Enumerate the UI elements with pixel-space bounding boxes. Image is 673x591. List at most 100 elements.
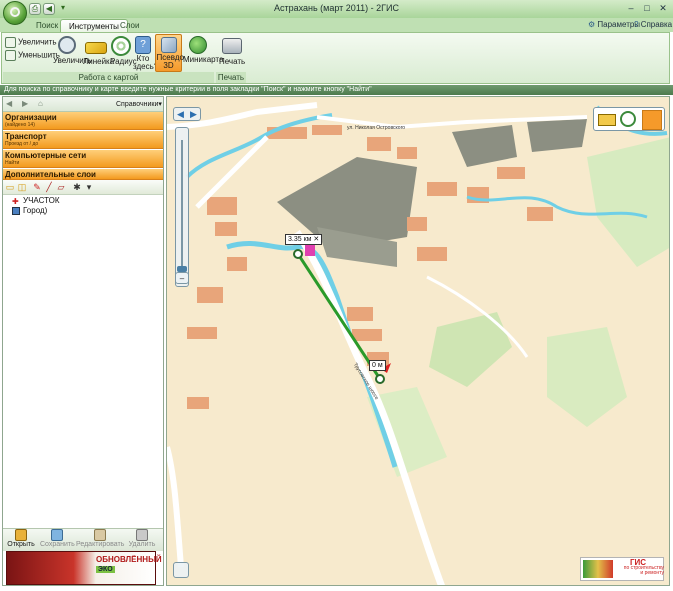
- edit-button[interactable]: Редактировать: [76, 529, 124, 548]
- layer-label: Город): [23, 206, 48, 215]
- close-button[interactable]: ✕: [656, 2, 670, 14]
- distance-label-end: 0 м: [369, 360, 386, 371]
- hint-text: Для поиска по справочнику и карте введит…: [4, 86, 372, 93]
- edit-icon: [94, 529, 106, 541]
- folder-open-icon: [15, 529, 27, 541]
- compass-icon[interactable]: [173, 562, 189, 578]
- app-menu-orb-icon[interactable]: [3, 1, 27, 25]
- pseudo-3d-button-label: Псевдо 3D: [156, 53, 184, 70]
- color-picker-icon[interactable]: ✱: [72, 182, 82, 192]
- layer-item-plot[interactable]: ✚ УЧАСТОК: [12, 196, 60, 206]
- zoom-in-icon: [5, 37, 16, 48]
- layer-label: УЧАСТОК: [23, 196, 60, 205]
- distance-label-start: 3.35 км ✕: [285, 234, 323, 245]
- zoom-button[interactable]: Увеличить: [53, 36, 92, 65]
- ad-headline: ОБНОВЛЁННЫЙ: [96, 555, 162, 564]
- help-link[interactable]: ? Справка: [634, 20, 672, 29]
- category-computer-networks[interactable]: Компьютерные сети Найти: [3, 150, 163, 168]
- category-title: Транспорт: [5, 132, 47, 141]
- open-button[interactable]: Открыть: [6, 529, 36, 548]
- nav-home-icon[interactable]: ⌂: [38, 99, 43, 108]
- pan-left-icon[interactable]: ◀: [177, 109, 184, 120]
- radius-button-label: Радиус: [110, 57, 137, 66]
- distance-value: 0 м: [372, 362, 383, 369]
- close-icon[interactable]: ✕: [313, 236, 319, 243]
- delete-label: Удалить: [128, 541, 156, 548]
- ruler-button-label: Линейка: [83, 57, 115, 66]
- distance-value: 3.35 км: [288, 236, 312, 243]
- category-organizations[interactable]: Организации (найдено 14): [3, 112, 163, 130]
- green-area: [547, 327, 627, 427]
- zoom-button-label: Увеличить: [53, 56, 92, 65]
- minimap-button[interactable]: Миникарта: [183, 36, 223, 64]
- pseudo-3d-icon[interactable]: [642, 110, 662, 130]
- category-additional-layers[interactable]: Дополнительные слои: [3, 169, 163, 180]
- ad-brand: ЭКО: [96, 566, 115, 573]
- chevron-down-icon[interactable]: ▾: [84, 182, 94, 192]
- map-canvas: [167, 102, 669, 585]
- green-area: [587, 137, 669, 267]
- group-label-map: Работа с картой: [3, 72, 214, 83]
- pseudo-3d-button[interactable]: Псевдо 3D: [155, 34, 184, 72]
- help-icon: ?: [634, 20, 639, 29]
- green-area: [429, 312, 512, 387]
- layer-file-icon: [12, 206, 20, 215]
- directories-dropdown[interactable]: Справочники▾: [116, 100, 162, 108]
- polygon-icon[interactable]: ▱: [56, 182, 66, 192]
- poi-marker-icon[interactable]: [305, 244, 315, 256]
- open-label: Открыть: [7, 541, 35, 548]
- ruler-button[interactable]: Линейка: [83, 36, 115, 66]
- print-button-label: Печать: [219, 57, 246, 66]
- category-subtitle: Найти: [5, 160, 20, 166]
- pin-icon[interactable]: ✎: [32, 182, 42, 192]
- minimap-icon: [189, 36, 207, 54]
- measure-end-point-icon[interactable]: [375, 374, 385, 384]
- street-label: ул. Николая Островского: [347, 125, 406, 131]
- line-icon[interactable]: ╱: [44, 182, 54, 192]
- chevron-down-icon: ▾: [158, 101, 162, 108]
- minimize-button[interactable]: –: [624, 2, 638, 14]
- category-transport[interactable]: Транспорт Проезд от / до: [3, 131, 163, 149]
- print-button[interactable]: Печать: [219, 36, 245, 66]
- zoom-out-map-icon[interactable]: –: [175, 272, 189, 284]
- question-mark-icon: ?: [135, 36, 151, 54]
- who-here-button[interactable]: ? Кто здесь?: [133, 36, 159, 71]
- nav-back-icon[interactable]: ◀: [6, 99, 12, 108]
- zoom-track: [181, 140, 183, 270]
- layer-item-city[interactable]: Город): [12, 206, 47, 215]
- road: [167, 446, 184, 568]
- save-button[interactable]: Сохранить: [40, 529, 75, 548]
- category-title: Компьютерные сети: [5, 151, 87, 160]
- layer-toolbar: [3, 180, 163, 195]
- industrial-zone: [452, 125, 517, 167]
- pseudo-3d-icon: [160, 37, 177, 53]
- who-here-button-label: Кто здесь?: [133, 54, 159, 71]
- measure-start-point-icon[interactable]: [293, 249, 303, 259]
- category-title: Организации: [5, 113, 57, 122]
- zoom-in-small-button[interactable]: Увеличить: [5, 37, 57, 48]
- help-label: Справка: [640, 20, 673, 29]
- ruler-icon[interactable]: [598, 114, 616, 126]
- zoom-slider[interactable]: [175, 127, 189, 287]
- radius-button[interactable]: Радиус: [110, 36, 137, 66]
- radius-icon: [111, 36, 131, 56]
- map-pan-control[interactable]: ◀ ▶: [173, 107, 201, 121]
- trash-icon: [136, 529, 148, 541]
- floppy-icon: [51, 529, 63, 541]
- folder-icon[interactable]: ▭: [5, 182, 15, 192]
- nav-forward-icon[interactable]: ▶: [22, 99, 28, 108]
- params-link[interactable]: ⚙ Параметры: [588, 20, 640, 29]
- zoom-in-label: Увеличить: [18, 37, 57, 47]
- delete-button[interactable]: Удалить: [126, 529, 158, 548]
- map-tools-panel: [593, 107, 665, 131]
- radius-icon[interactable]: [620, 111, 636, 127]
- printer-icon: [222, 38, 242, 54]
- road: [195, 135, 269, 209]
- tab-layers[interactable]: Слои: [112, 19, 147, 32]
- gear-icon: ⚙: [588, 20, 596, 29]
- map-view[interactable]: ◀ ▶ – 3.35 км ✕ 0 м ул. Николая Островск…: [166, 96, 670, 586]
- pan-right-icon[interactable]: ▶: [190, 109, 197, 120]
- maximize-button[interactable]: □: [640, 2, 654, 14]
- zoom-out-small-button[interactable]: Уменьшить: [5, 50, 60, 61]
- folder-open-icon[interactable]: ◫: [17, 182, 27, 192]
